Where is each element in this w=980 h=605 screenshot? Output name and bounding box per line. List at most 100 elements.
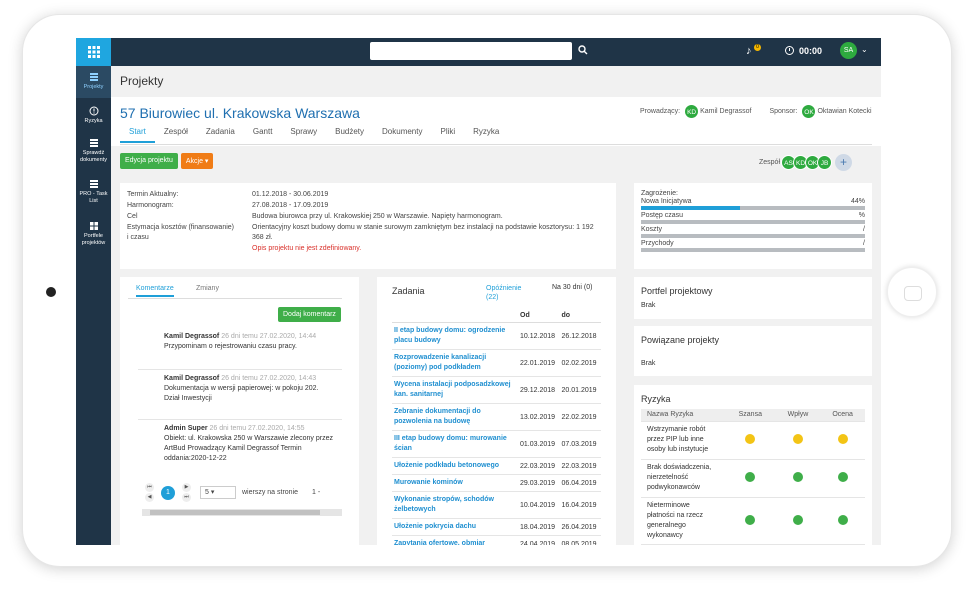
next-page-button[interactable]: ▶ — [182, 483, 191, 492]
current-page[interactable]: 1 — [161, 485, 175, 500]
table-row[interactable]: Zapytania ofertowe, obmiar 24.04.2019 08.0… — [392, 535, 601, 545]
prev-page-button[interactable]: ◀ — [145, 493, 154, 502]
table-row[interactable]: Wstrzymanie robót przez PIP lub inne oso… — [641, 421, 865, 460]
comment-author: Kamil Degrassof — [164, 333, 220, 340]
user-avatar[interactable]: SA — [840, 42, 857, 59]
task-name[interactable]: Murowanie kominów — [392, 474, 518, 492]
first-page-button[interactable]: ⏮ — [145, 483, 154, 492]
estimate-value: Orientacyjny koszt budowy domu w stanie … — [252, 224, 594, 231]
table-row[interactable]: Brak doświadczenia, nierzetelność podwyk… — [641, 459, 865, 498]
sidebar-item-projekty[interactable]: Projekty — [76, 66, 111, 98]
task-name[interactable]: Ułożenie podkładu betonowego — [392, 457, 518, 475]
tab-dokumenty[interactable]: Dokumenty — [373, 127, 431, 143]
table-row[interactable]: Zebranie dokumentacji do pozwolenia na b… — [392, 403, 601, 431]
task-name[interactable]: Zapytania ofertowe, obmiar — [392, 535, 518, 545]
status-dot — [745, 472, 756, 482]
table-row[interactable]: Ułożenie podkładu betonowego 22.03.2019 22… — [392, 457, 601, 475]
tab-pliki[interactable]: Pliki — [431, 127, 464, 143]
goal-value: Budowa biurowca przy ul. Krakowskiej 250… — [252, 213, 503, 220]
comment-text: Dokumentacja w wersji papierowej: w poko… — [164, 385, 319, 392]
risk-name[interactable]: Nieterminowe płatności na rzecz generaln… — [641, 497, 725, 545]
alert-icon — [89, 106, 98, 116]
app-grid-icon[interactable] — [76, 38, 111, 66]
tab-budzety[interactable]: Budżety — [326, 127, 373, 143]
threat-label: Postęp czasu — [641, 212, 684, 219]
table-row[interactable]: III etap budowy domu: murowanie ścian 01.… — [392, 430, 601, 458]
timer[interactable]: 00:00 — [799, 46, 822, 56]
risk-name[interactable]: Brak doświadczenia, nierzetelność podwyk… — [641, 459, 725, 498]
lead-label: Prowadzący: — [640, 108, 681, 115]
search-input[interactable] — [370, 42, 572, 60]
tab-start[interactable]: Start — [120, 127, 155, 143]
actions-button[interactable]: Akcje ▾ — [180, 153, 214, 169]
table-row[interactable]: Ułożenie pokrycia dachu 18.04.2019 26.04.2… — [392, 518, 601, 536]
tasks-table: Od do II etap budowy domu: ogrodzenie pla… — [392, 309, 601, 545]
sidebar-item-dokumenty[interactable]: Sprawdź dokumenty — [76, 138, 111, 163]
action-buttons: Edycja projektu Akcje ▾ — [120, 153, 214, 169]
comment-text: oddania:2020-12-22 — [164, 455, 227, 462]
avatar[interactable]: JB — [817, 155, 833, 170]
task-name[interactable]: Wykonanie stropów, schodów żelbetowych — [392, 491, 518, 519]
task-from: 24.04.2019 — [518, 535, 560, 545]
description-missing: Opis projektu nie jest zdefiniowany. — [252, 245, 362, 252]
table-row[interactable]: Nieterminowe płatności na rzecz generaln… — [641, 497, 865, 545]
chevron-down-icon[interactable]: ⌄ — [861, 45, 868, 54]
sponsor-avatar[interactable]: OK — [801, 104, 817, 119]
progress-bar — [641, 220, 865, 224]
status-dot — [745, 514, 756, 525]
add-member-button[interactable]: + — [835, 154, 853, 171]
task-to: 02.02.2019 — [559, 349, 601, 377]
task-name[interactable]: Zebranie dokumentacji do pozwolenia na b… — [392, 403, 518, 431]
threat-value: / — [863, 226, 865, 233]
table-row[interactable]: Wycena instalacji podposadzkowej kan. sa… — [392, 376, 601, 404]
progress-bar — [641, 234, 865, 238]
tabs-divider — [120, 144, 872, 145]
tab-ryzyka[interactable]: Ryzyka — [464, 127, 508, 143]
sidebar-item-ryzyka[interactable]: Ryzyka — [76, 106, 111, 125]
task-name[interactable]: III etap budowy domu: murowanie ścian — [392, 430, 518, 458]
status-dot — [837, 472, 848, 482]
task-from: 29.03.2019 — [518, 474, 560, 492]
list-item: Kamil Degrassof 26 dni temu 27.02.2020, … — [138, 372, 342, 420]
tab-next30[interactable]: Na 30 dni (0) — [552, 284, 592, 291]
sidebar-item-tasklist[interactable]: PRO - Task List — [76, 179, 111, 204]
tasklist-icon — [89, 180, 98, 188]
add-comment-button[interactable]: Dodaj komentarz — [278, 307, 341, 322]
horizontal-scrollbar[interactable] — [142, 509, 342, 516]
pagination: ⏮ ◀ 1 ▶ ⏭ 5 ▾ wierszy na stronie 1 - — [144, 483, 320, 502]
risk-name[interactable]: Wstrzymanie robót przez PIP lub inne oso… — [641, 421, 725, 460]
related-title: Powiązane projekty — [641, 335, 720, 345]
lead-name: Kamil Degrassof — [700, 108, 752, 115]
task-to: 20.01.2019 — [559, 376, 601, 404]
per-page-select[interactable]: 5 ▾ — [200, 486, 236, 499]
search-icon[interactable] — [578, 45, 588, 57]
task-name[interactable]: II etap budowy domu: ogrodzenie placu bu… — [392, 322, 518, 350]
tab-comments[interactable]: Komentarze — [136, 285, 174, 297]
task-name[interactable]: Wycena instalacji podposadzkowej kan. sa… — [392, 376, 518, 404]
tab-zadania[interactable]: Zadania — [197, 127, 244, 143]
table-row[interactable]: II etap budowy domu: ogrodzenie placu bu… — [392, 322, 601, 350]
task-to: 08.05.2019 — [559, 535, 601, 545]
task-to: 22.02.2019 — [559, 403, 601, 431]
music-note-icon[interactable]: ♪ — [746, 45, 752, 57]
table-row[interactable]: Murowanie kominów 29.03.2019 06.04.2019 — [392, 474, 601, 492]
table-row[interactable]: Rozprowadzenie kanalizacji (poziomy) pod… — [392, 349, 601, 377]
risks-table: Nazwa Ryzyka Szansa Wpływ Ocena Wstrzyma… — [641, 409, 865, 545]
portfolio-icon — [89, 222, 98, 230]
tab-delay[interactable]: Opóźnienie (22) — [486, 284, 532, 302]
tab-zespol[interactable]: Zespół — [155, 127, 197, 143]
tab-gantt[interactable]: Gantt — [244, 127, 282, 143]
last-page-button[interactable]: ⏭ — [182, 493, 191, 502]
edit-project-button[interactable]: Edycja projektu — [120, 153, 178, 169]
clock-icon[interactable] — [785, 46, 794, 55]
status-dot — [792, 434, 803, 444]
lead-avatar[interactable]: KD — [684, 104, 700, 119]
sidebar-item-portfele[interactable]: Portfele projektów — [76, 221, 111, 246]
tab-changes[interactable]: Zmiany — [196, 285, 219, 292]
task-name[interactable]: Ułożenie pokrycia dachu — [392, 518, 518, 536]
task-name[interactable]: Rozprowadzenie kanalizacji (poziomy) pod… — [392, 349, 518, 377]
table-row[interactable]: Wykonanie stropów, schodów żelbetowych 10… — [392, 491, 601, 519]
sponsor-name: Oktawian Kotecki — [817, 108, 872, 115]
tab-sprawy[interactable]: Sprawy — [281, 127, 326, 143]
harm-label: Harmonogram: — [127, 202, 174, 209]
